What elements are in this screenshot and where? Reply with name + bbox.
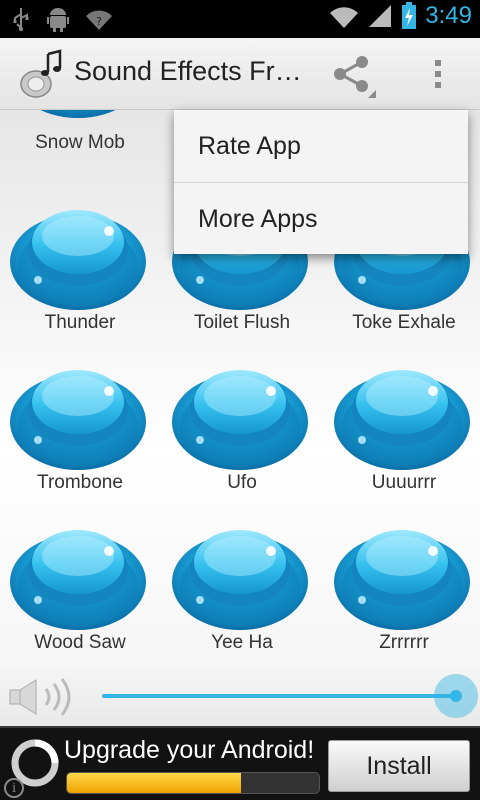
ad-progress-bar [66, 772, 320, 794]
sound-label: Snow Mob [35, 132, 125, 153]
sound-button-icon [170, 512, 310, 634]
action-bar: Sound Effects Fr… [0, 38, 480, 110]
sound-button-icon [170, 352, 310, 474]
speaker-volume-icon [9, 678, 71, 716]
sound-button-icon [332, 352, 472, 474]
ad-info-icon[interactable]: i [4, 778, 24, 798]
overflow-popup-menu: Rate App More Apps [174, 110, 468, 254]
sound-button-icon [8, 110, 148, 122]
wifi-question-icon: ? [86, 10, 112, 30]
signal-icon [369, 5, 392, 27]
volume-slider-thumb[interactable] [434, 674, 478, 718]
sound-button-icon [8, 512, 148, 634]
sound-button-thunder[interactable]: Thunder [0, 192, 160, 352]
ad-install-button[interactable]: Install [328, 740, 470, 792]
ad-banner[interactable]: Upgrade your Android! Install i [0, 726, 480, 800]
sound-button-trombone[interactable]: Trombone [0, 352, 160, 512]
share-icon [334, 56, 376, 98]
sound-label: Zrrrrrr [379, 632, 429, 653]
ad-headline: Upgrade your Android! [64, 736, 315, 764]
volume-slider-track[interactable] [102, 694, 454, 698]
wifi-icon [330, 7, 359, 29]
ad-progress-fill [67, 773, 241, 793]
overflow-menu-icon [435, 60, 441, 88]
sound-button-icon [8, 352, 148, 474]
sound-button-yee-ha[interactable]: Yee Ha [162, 512, 322, 672]
status-bar: ? 3:49 [0, 0, 480, 38]
usb-icon [13, 8, 29, 32]
volume-control [0, 668, 480, 726]
music-speaker-icon [20, 49, 62, 98]
share-button[interactable] [320, 38, 380, 110]
sound-label: Ufo [227, 472, 257, 493]
sound-label: Thunder [44, 312, 116, 333]
android-debug-icon [47, 8, 69, 32]
sound-label: Toilet Flush [193, 312, 291, 333]
sound-button-zrrrrrr[interactable]: Zrrrrrr [324, 512, 480, 672]
overflow-menu-button[interactable] [410, 38, 466, 110]
sound-button-ufo[interactable]: Ufo [162, 352, 322, 512]
menu-item-more-apps[interactable]: More Apps [174, 183, 468, 255]
status-time: 3:49 [425, 2, 472, 29]
sound-label: Toke Exhale [352, 312, 456, 333]
sound-label: Wood Saw [34, 632, 126, 653]
sound-button-wood-saw[interactable]: Wood Saw [0, 512, 160, 672]
sound-button-uuuurrr[interactable]: Uuuurrr [324, 352, 480, 512]
sound-button-icon [332, 512, 472, 634]
menu-item-rate-app[interactable]: Rate App [174, 110, 468, 182]
sound-button-icon [8, 192, 148, 314]
sound-label: Yee Ha [211, 632, 273, 653]
sound-label: Trombone [37, 472, 123, 493]
app-title: Sound Effects Fr… [74, 56, 302, 86]
svg-text:?: ? [96, 15, 102, 28]
battery-charging-icon [402, 2, 417, 29]
sound-label: Uuuurrr [371, 472, 437, 493]
sound-button-snow-mob[interactable]: Snow Mob [0, 110, 160, 160]
